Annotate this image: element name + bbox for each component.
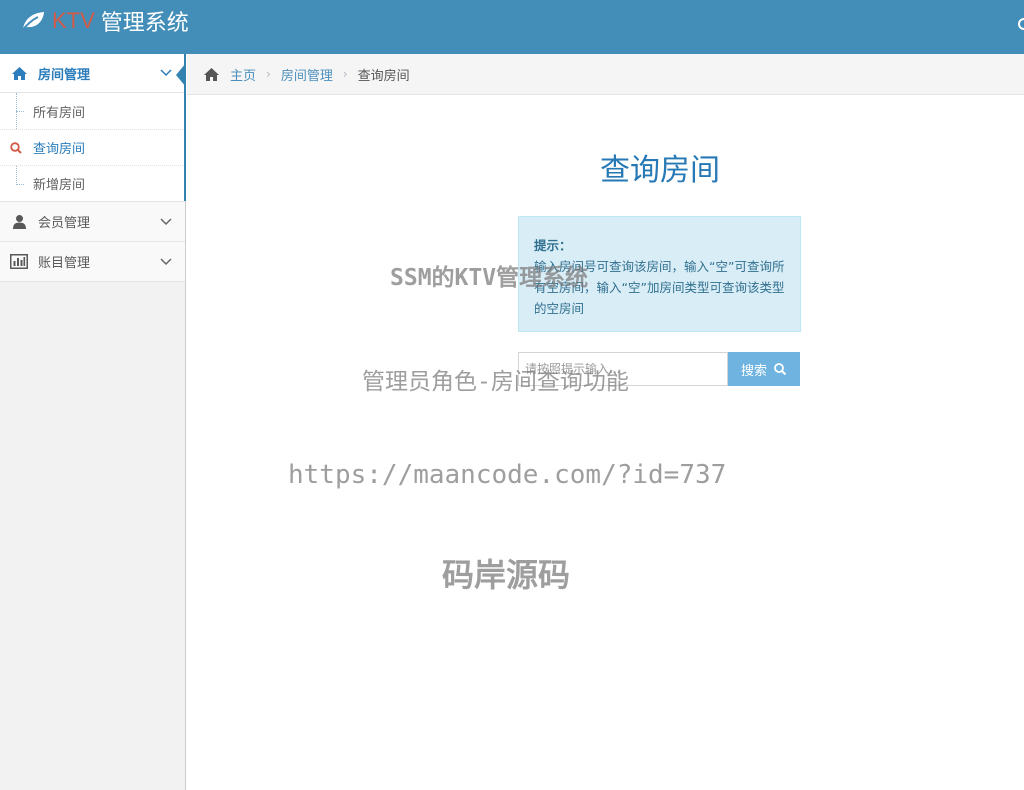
breadcrumb-section[interactable]: 房间管理 — [281, 65, 333, 84]
watermark-line4: 码岸源码 — [442, 556, 571, 594]
sidebar-item-account-management[interactable]: 账目管理 — [0, 242, 185, 282]
sidebar-subitem-add-room[interactable]: 新增房间 — [0, 165, 185, 201]
sidebar-item-member-management[interactable]: 会员管理 — [0, 202, 185, 242]
sidebar-subitem-all-rooms[interactable]: 所有房间 — [0, 93, 185, 129]
top-navbar: KTV 管理系统 — [0, 0, 1024, 54]
chevron-down-icon — [160, 257, 172, 265]
active-arrow — [176, 63, 186, 87]
search-button[interactable]: 搜索 — [728, 352, 800, 386]
search-input[interactable] — [518, 352, 728, 386]
sidebar-item-label: 会员管理 — [38, 216, 91, 231]
user-icon — [10, 213, 28, 231]
breadcrumb-home[interactable]: 主页 — [230, 65, 256, 84]
submenu-room-management: 所有房间 查询房间 新增房间 — [0, 93, 185, 202]
sidebar: 房间管理 所有房间 查询房间 新增房间 会员管理 账目管理 — [0, 54, 186, 790]
chevron-down-icon — [160, 217, 172, 225]
page-title: 查询房间 — [600, 153, 720, 188]
chevron-right-icon: › — [342, 67, 348, 81]
breadcrumb: 主页 › 房间管理 › 查询房间 — [187, 54, 1024, 95]
search-icon — [10, 142, 22, 154]
search-icon — [774, 363, 787, 376]
sidebar-item-room-management[interactable]: 房间管理 — [0, 54, 185, 93]
brand[interactable]: KTV 管理系统 — [20, 6, 189, 36]
watermark-line3: https://maancode.com/?id=737 — [288, 460, 727, 490]
home-icon — [10, 64, 28, 82]
hint-alert: 提示： 输入房间号可查询该房间，输入“空”可查询所有空房间，输入“空”加房间类型… — [518, 216, 801, 332]
bar-chart-icon — [10, 253, 28, 271]
sidebar-subitem-query-room[interactable]: 查询房间 — [0, 129, 185, 165]
alert-title: 提示： — [534, 238, 572, 253]
leaf-icon — [21, 12, 44, 32]
sidebar-subitem-label: 查询房间 — [33, 142, 86, 157]
sidebar-item-label: 账目管理 — [38, 256, 91, 271]
sidebar-subitem-label: 所有房间 — [33, 105, 86, 121]
sidebar-item-label: 房间管理 — [38, 67, 91, 83]
home-icon — [204, 67, 219, 81]
sidebar-subitem-label: 新增房间 — [33, 178, 86, 193]
alert-text: 输入房间号可查询该房间，输入“空”可查询所有空房间，输入“空”加房间类型可查询该… — [534, 259, 785, 316]
brand-ktv: KTV — [52, 8, 95, 33]
chevron-down-icon — [160, 69, 172, 77]
breadcrumb-current: 查询房间 — [357, 68, 410, 84]
user-menu-icon[interactable] — [1018, 18, 1024, 30]
brand-title: 管理系统 — [100, 11, 189, 36]
chevron-right-icon: › — [266, 67, 271, 81]
search-button-label: 搜索 — [740, 363, 767, 379]
